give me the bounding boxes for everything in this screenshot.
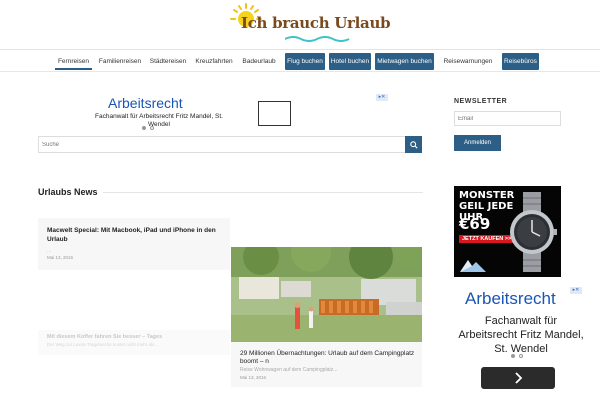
post-excerpt: Reise Wohnwagen auf dem Campingplatz... bbox=[240, 367, 338, 373]
ad-choices-icon[interactable]: ▸✕ bbox=[376, 94, 388, 101]
campground-photo bbox=[231, 247, 422, 342]
top-ad-banner[interactable]: Arbeitsrecht Fachanwalt für Arbeitsrecht… bbox=[82, 93, 388, 133]
ad-image-placeholder bbox=[258, 101, 291, 126]
search-icon bbox=[409, 140, 418, 149]
newsletter-email-field[interactable] bbox=[454, 111, 561, 126]
post-card[interactable]: 29 Millionen Übernachtungen: Urlaub auf … bbox=[231, 342, 422, 387]
post-date: Mai 13, 2016 bbox=[47, 255, 74, 260]
site-logo[interactable]: Ich brauch Urlaub bbox=[225, 0, 391, 48]
nav-item-kreuzfahrten[interactable]: Kreuzfahrten bbox=[193, 53, 235, 70]
nav-item-badeurlaub[interactable]: Badeurlaub bbox=[240, 53, 278, 70]
nav-item-reisebueros[interactable]: Reisebüros bbox=[502, 53, 539, 70]
post-excerpt: Der Weg zur Luxus-Tragetasche kostet nic… bbox=[47, 342, 159, 347]
logo-text: Ich brauch Urlaub bbox=[241, 14, 391, 32]
carousel-dot[interactable] bbox=[511, 354, 515, 358]
post-title[interactable]: Mit diesem Koffer fahren Sie besser – Ta… bbox=[47, 334, 162, 340]
search-button[interactable] bbox=[405, 136, 422, 153]
nav-item-flug-buchen[interactable]: Flug buchen bbox=[285, 53, 325, 70]
ad-title: Arbeitsrecht bbox=[108, 95, 183, 111]
newsletter-title: NEWSLETTER bbox=[454, 98, 508, 105]
section-title: Urlaubs News bbox=[38, 187, 98, 197]
newsletter-subscribe-button[interactable]: Anmelden bbox=[454, 135, 501, 151]
watch-ad-price: €69 bbox=[459, 215, 491, 233]
ad-subtitle: Fachanwalt für Arbeitsrecht Fritz Mandel… bbox=[95, 113, 223, 128]
post-date: Mai 13, 2016 bbox=[240, 375, 267, 380]
post-card[interactable]: Macwelt Special: Mit Macbook, iPad und i… bbox=[38, 218, 230, 270]
chevron-right-icon bbox=[515, 372, 523, 384]
carousel-dot[interactable] bbox=[519, 354, 523, 358]
nav-item-familienreisen[interactable]: Familienreisen bbox=[96, 53, 144, 70]
ad-carousel-dots bbox=[511, 354, 523, 358]
post-title[interactable]: Macwelt Special: Mit Macbook, iPad und i… bbox=[47, 226, 223, 244]
nav-item-fernreisen[interactable]: Fernreisen bbox=[55, 53, 92, 70]
brand-logo-icon bbox=[460, 260, 486, 272]
post-title[interactable]: 29 Millionen Übernachtungen: Urlaub auf … bbox=[240, 350, 418, 366]
watch-ad-banner[interactable]: MONSTER GEIL JEDE UHR €69 JETZT KAUFEN >… bbox=[454, 186, 561, 277]
watch-icon bbox=[510, 192, 557, 272]
ad-subtitle: Fachanwalt für Arbeitsrecht Fritz Mandel… bbox=[458, 315, 584, 355]
carousel-dot[interactable] bbox=[150, 126, 154, 130]
nav-item-reisewarnungen[interactable]: Reisewarnungen bbox=[442, 53, 494, 70]
post-image[interactable] bbox=[231, 247, 422, 342]
side-ad-banner[interactable]: Arbeitsrecht Fachanwalt für Arbeitsrecht… bbox=[455, 286, 585, 358]
ad-choices-icon[interactable]: ▸✕ bbox=[570, 287, 582, 294]
carousel-dot[interactable] bbox=[142, 126, 146, 130]
ad-title: Arbeitsrecht bbox=[465, 289, 556, 308]
section-divider bbox=[103, 192, 423, 193]
post-excerpt: ... bbox=[47, 248, 52, 254]
nav-item-staedtereisen[interactable]: Städtereisen bbox=[148, 53, 188, 70]
search-bar bbox=[38, 136, 422, 153]
search-input[interactable] bbox=[39, 137, 405, 152]
site-header: Ich brauch Urlaub bbox=[0, 0, 600, 50]
ad-next-button[interactable] bbox=[481, 367, 555, 389]
ad-carousel-dots bbox=[142, 126, 154, 130]
post-card[interactable]: Mit diesem Koffer fahren Sie besser – Ta… bbox=[38, 330, 230, 355]
nav-item-mietwagen-buchen[interactable]: Mietwagen buchen bbox=[375, 53, 434, 70]
main-navigation: Fernreisen Familienreisen Städtereisen K… bbox=[0, 50, 600, 72]
nav-item-hotel-buchen[interactable]: Hotel buchen bbox=[329, 53, 371, 70]
wave-icon bbox=[285, 36, 350, 42]
